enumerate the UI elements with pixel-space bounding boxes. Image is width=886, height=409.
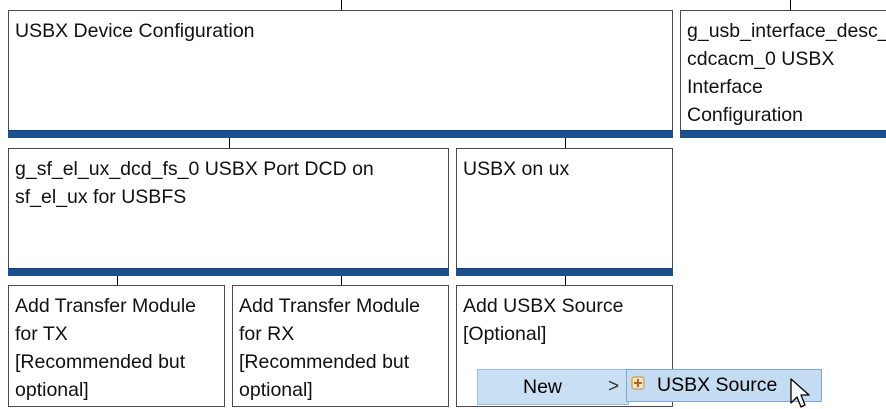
module-title: g_sf_el_ux_dcd_fs_0 USBX Port DCD on sf_… (15, 158, 374, 208)
module-title: USBX on ux (463, 158, 570, 180)
module-title: USBX Device Configuration (15, 20, 255, 42)
module-usbx-device-configuration[interactable]: USBX Device Configuration (8, 10, 673, 138)
module-status-bar (681, 130, 886, 138)
menu-item-label: New (523, 376, 563, 398)
module-title: g_usb_interface_desc_ cdcacm_0 USBX Inte… (687, 20, 886, 126)
menu-item-label: USBX Source (657, 374, 778, 396)
module-usb-interface-desc[interactable]: g_usb_interface_desc_ cdcacm_0 USBX Inte… (680, 10, 886, 138)
module-title: Add Transfer Module for RX [Recommended … (239, 295, 421, 401)
connector-line (565, 276, 566, 285)
module-usbx-on-ux[interactable]: USBX on ux (456, 148, 673, 276)
configurator-canvas: USBX Device Configuration g_usb_interfac… (0, 0, 886, 409)
mouse-cursor-icon (790, 378, 810, 408)
connector-line (341, 0, 342, 10)
context-menu-item-new[interactable]: New > (477, 369, 629, 405)
connector-line (341, 276, 342, 285)
connector-line (565, 138, 566, 148)
module-title: Add Transfer Module for TX [Recommended … (15, 295, 197, 401)
module-port-dcd[interactable]: g_sf_el_ux_dcd_fs_0 USBX Port DCD on sf_… (8, 148, 449, 276)
connector-line (790, 0, 791, 10)
module-status-bar (8, 268, 449, 276)
module-status-bar (456, 268, 673, 276)
module-add-transfer-tx[interactable]: Add Transfer Module for TX [Recommended … (8, 285, 225, 407)
module-title: Add USBX Source [Optional] (463, 295, 624, 345)
module-status-bar (8, 130, 673, 138)
connector-line (117, 276, 118, 285)
component-icon (631, 376, 645, 390)
module-add-transfer-rx[interactable]: Add Transfer Module for RX [Recommended … (232, 285, 449, 407)
connector-line (229, 138, 230, 148)
submenu-arrow-icon: > (608, 376, 620, 397)
